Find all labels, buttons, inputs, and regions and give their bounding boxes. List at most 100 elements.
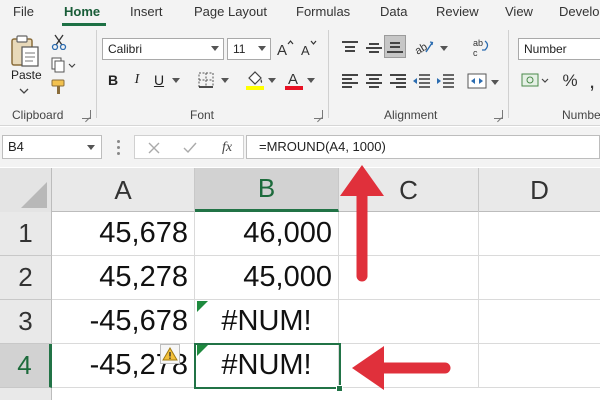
percent-style-icon[interactable]: % xyxy=(560,70,580,92)
decrease-indent-icon[interactable] xyxy=(412,71,432,91)
bottom-align-icon[interactable] xyxy=(384,35,406,58)
tab-page-layout[interactable]: Page Layout xyxy=(194,4,267,19)
increase-indent-icon[interactable] xyxy=(436,71,456,91)
fill-color-dropdown-chevron-icon[interactable] xyxy=(266,74,278,86)
comma-style-icon[interactable]: , xyxy=(584,70,600,92)
cell-b4-value: #NUM! xyxy=(221,349,312,381)
column-header-a[interactable]: A xyxy=(52,168,195,212)
fill-handle[interactable] xyxy=(336,385,343,392)
cell-b3-value: #NUM! xyxy=(221,305,312,337)
number-format-combo[interactable]: Number xyxy=(518,38,600,60)
borders-icon[interactable] xyxy=(196,70,216,90)
cell-c2[interactable] xyxy=(339,256,479,300)
tab-file[interactable]: File xyxy=(13,4,34,19)
merge-dropdown-chevron-icon[interactable] xyxy=(489,76,501,88)
top-align-icon[interactable] xyxy=(340,38,360,58)
increase-font-size-icon[interactable]: A xyxy=(276,38,294,58)
cell-d4[interactable] xyxy=(479,344,600,388)
align-right-icon[interactable] xyxy=(388,71,408,91)
cancel-entry-icon[interactable] xyxy=(145,139,163,157)
row-header-1[interactable]: 1 xyxy=(0,212,52,256)
name-box-value: B4 xyxy=(8,139,24,154)
cell-c1[interactable] xyxy=(339,212,479,256)
align-center-icon[interactable] xyxy=(364,71,384,91)
cell-c4[interactable] xyxy=(339,344,479,388)
font-dialog-launcher-icon[interactable] xyxy=(314,110,323,119)
chevron-down-icon xyxy=(258,46,266,51)
svg-text:A: A xyxy=(277,42,287,57)
borders-dropdown-chevron-icon[interactable] xyxy=(219,74,231,86)
tab-data[interactable]: Data xyxy=(380,4,407,19)
cell-b3[interactable]: #NUM! xyxy=(195,300,339,344)
formula-bar-buttons: fx xyxy=(134,135,244,159)
decrease-font-size-icon[interactable]: A xyxy=(300,38,318,58)
font-name-combo[interactable]: Calibri xyxy=(102,38,224,60)
error-indicator-icon xyxy=(197,345,208,356)
cell-c3[interactable] xyxy=(339,300,479,344)
row-header-4[interactable]: 4 xyxy=(0,344,52,388)
formula-bar: B4 fx =MROUND(A4, 1000) xyxy=(0,127,600,167)
orientation-dropdown-chevron-icon[interactable] xyxy=(438,42,450,54)
column-header-b[interactable]: B xyxy=(195,168,339,212)
clipboard-dialog-launcher-icon[interactable] xyxy=(82,110,91,119)
merge-center-icon[interactable] xyxy=(466,70,488,92)
fill-color-icon[interactable] xyxy=(244,68,266,92)
paste-button[interactable]: Paste xyxy=(11,68,42,82)
cell-d2[interactable] xyxy=(479,256,600,300)
underline-icon[interactable]: U xyxy=(150,70,168,90)
paste-icon[interactable] xyxy=(10,34,40,68)
tab-home[interactable]: Home xyxy=(64,4,100,19)
italic-icon[interactable]: I xyxy=(128,70,146,90)
accounting-format-icon[interactable] xyxy=(520,70,550,92)
column-header-d[interactable]: D xyxy=(479,168,600,212)
tab-insert[interactable]: Insert xyxy=(130,4,163,19)
chevron-down-icon xyxy=(211,46,219,51)
ribbon-tab-bar: File Home Insert Page Layout Formulas Da… xyxy=(0,0,600,26)
error-warning-icon[interactable] xyxy=(160,344,180,364)
svg-text:A: A xyxy=(288,71,298,88)
cell-d3[interactable] xyxy=(479,300,600,344)
cell-b1[interactable]: 46,000 xyxy=(195,212,339,256)
font-color-dropdown-chevron-icon[interactable] xyxy=(305,74,317,86)
select-all-button[interactable] xyxy=(0,168,52,212)
svg-text:ab: ab xyxy=(473,38,483,48)
tab-developer[interactable]: Develo xyxy=(559,4,599,19)
row-header-2[interactable]: 2 xyxy=(0,256,52,300)
font-size-combo[interactable]: 11 xyxy=(227,38,271,60)
wrap-text-icon[interactable]: ab c xyxy=(470,36,492,58)
tab-formulas[interactable]: Formulas xyxy=(296,4,350,19)
cell-a2[interactable]: 45,278 xyxy=(52,256,195,300)
orientation-icon[interactable]: ab xyxy=(412,36,438,58)
formula-bar-resize-handle[interactable] xyxy=(117,140,120,156)
cell-a3[interactable]: -45,678 xyxy=(52,300,195,344)
row-header-5[interactable] xyxy=(0,388,52,400)
tab-review[interactable]: Review xyxy=(436,4,479,19)
cell-d1[interactable] xyxy=(479,212,600,256)
column-header-row: A B C D xyxy=(0,168,600,212)
column-header-c[interactable]: C xyxy=(339,168,479,212)
cell-b4[interactable]: #NUM! xyxy=(195,344,339,388)
cell-b2[interactable]: 45,000 xyxy=(195,256,339,300)
confirm-entry-icon[interactable] xyxy=(181,139,199,157)
align-left-icon[interactable] xyxy=(340,71,360,91)
name-box[interactable]: B4 xyxy=(2,135,102,159)
underline-dropdown-chevron-icon[interactable] xyxy=(170,74,182,86)
copy-icon[interactable] xyxy=(50,56,78,74)
insert-function-icon[interactable]: fx xyxy=(217,139,237,157)
row-header-3[interactable]: 3 xyxy=(0,300,52,344)
tab-view[interactable]: View xyxy=(505,4,533,19)
chevron-down-icon xyxy=(87,145,95,150)
clipboard-group-label: Clipboard xyxy=(12,108,64,122)
font-size-value: 11 xyxy=(233,42,246,56)
format-painter-icon[interactable] xyxy=(50,78,68,96)
alignment-dialog-launcher-icon[interactable] xyxy=(494,110,503,119)
middle-align-icon[interactable] xyxy=(364,38,384,58)
alignment-group-label: Alignment xyxy=(384,108,438,122)
insert-function-label: fx xyxy=(221,140,233,155)
font-color-icon[interactable]: A xyxy=(283,68,305,92)
formula-input[interactable]: =MROUND(A4, 1000) xyxy=(246,135,600,159)
paste-dropdown-chevron-icon[interactable] xyxy=(17,86,31,96)
cut-icon[interactable] xyxy=(50,33,68,51)
bold-icon[interactable]: B xyxy=(104,70,122,90)
cell-a1[interactable]: 45,678 xyxy=(52,212,195,256)
